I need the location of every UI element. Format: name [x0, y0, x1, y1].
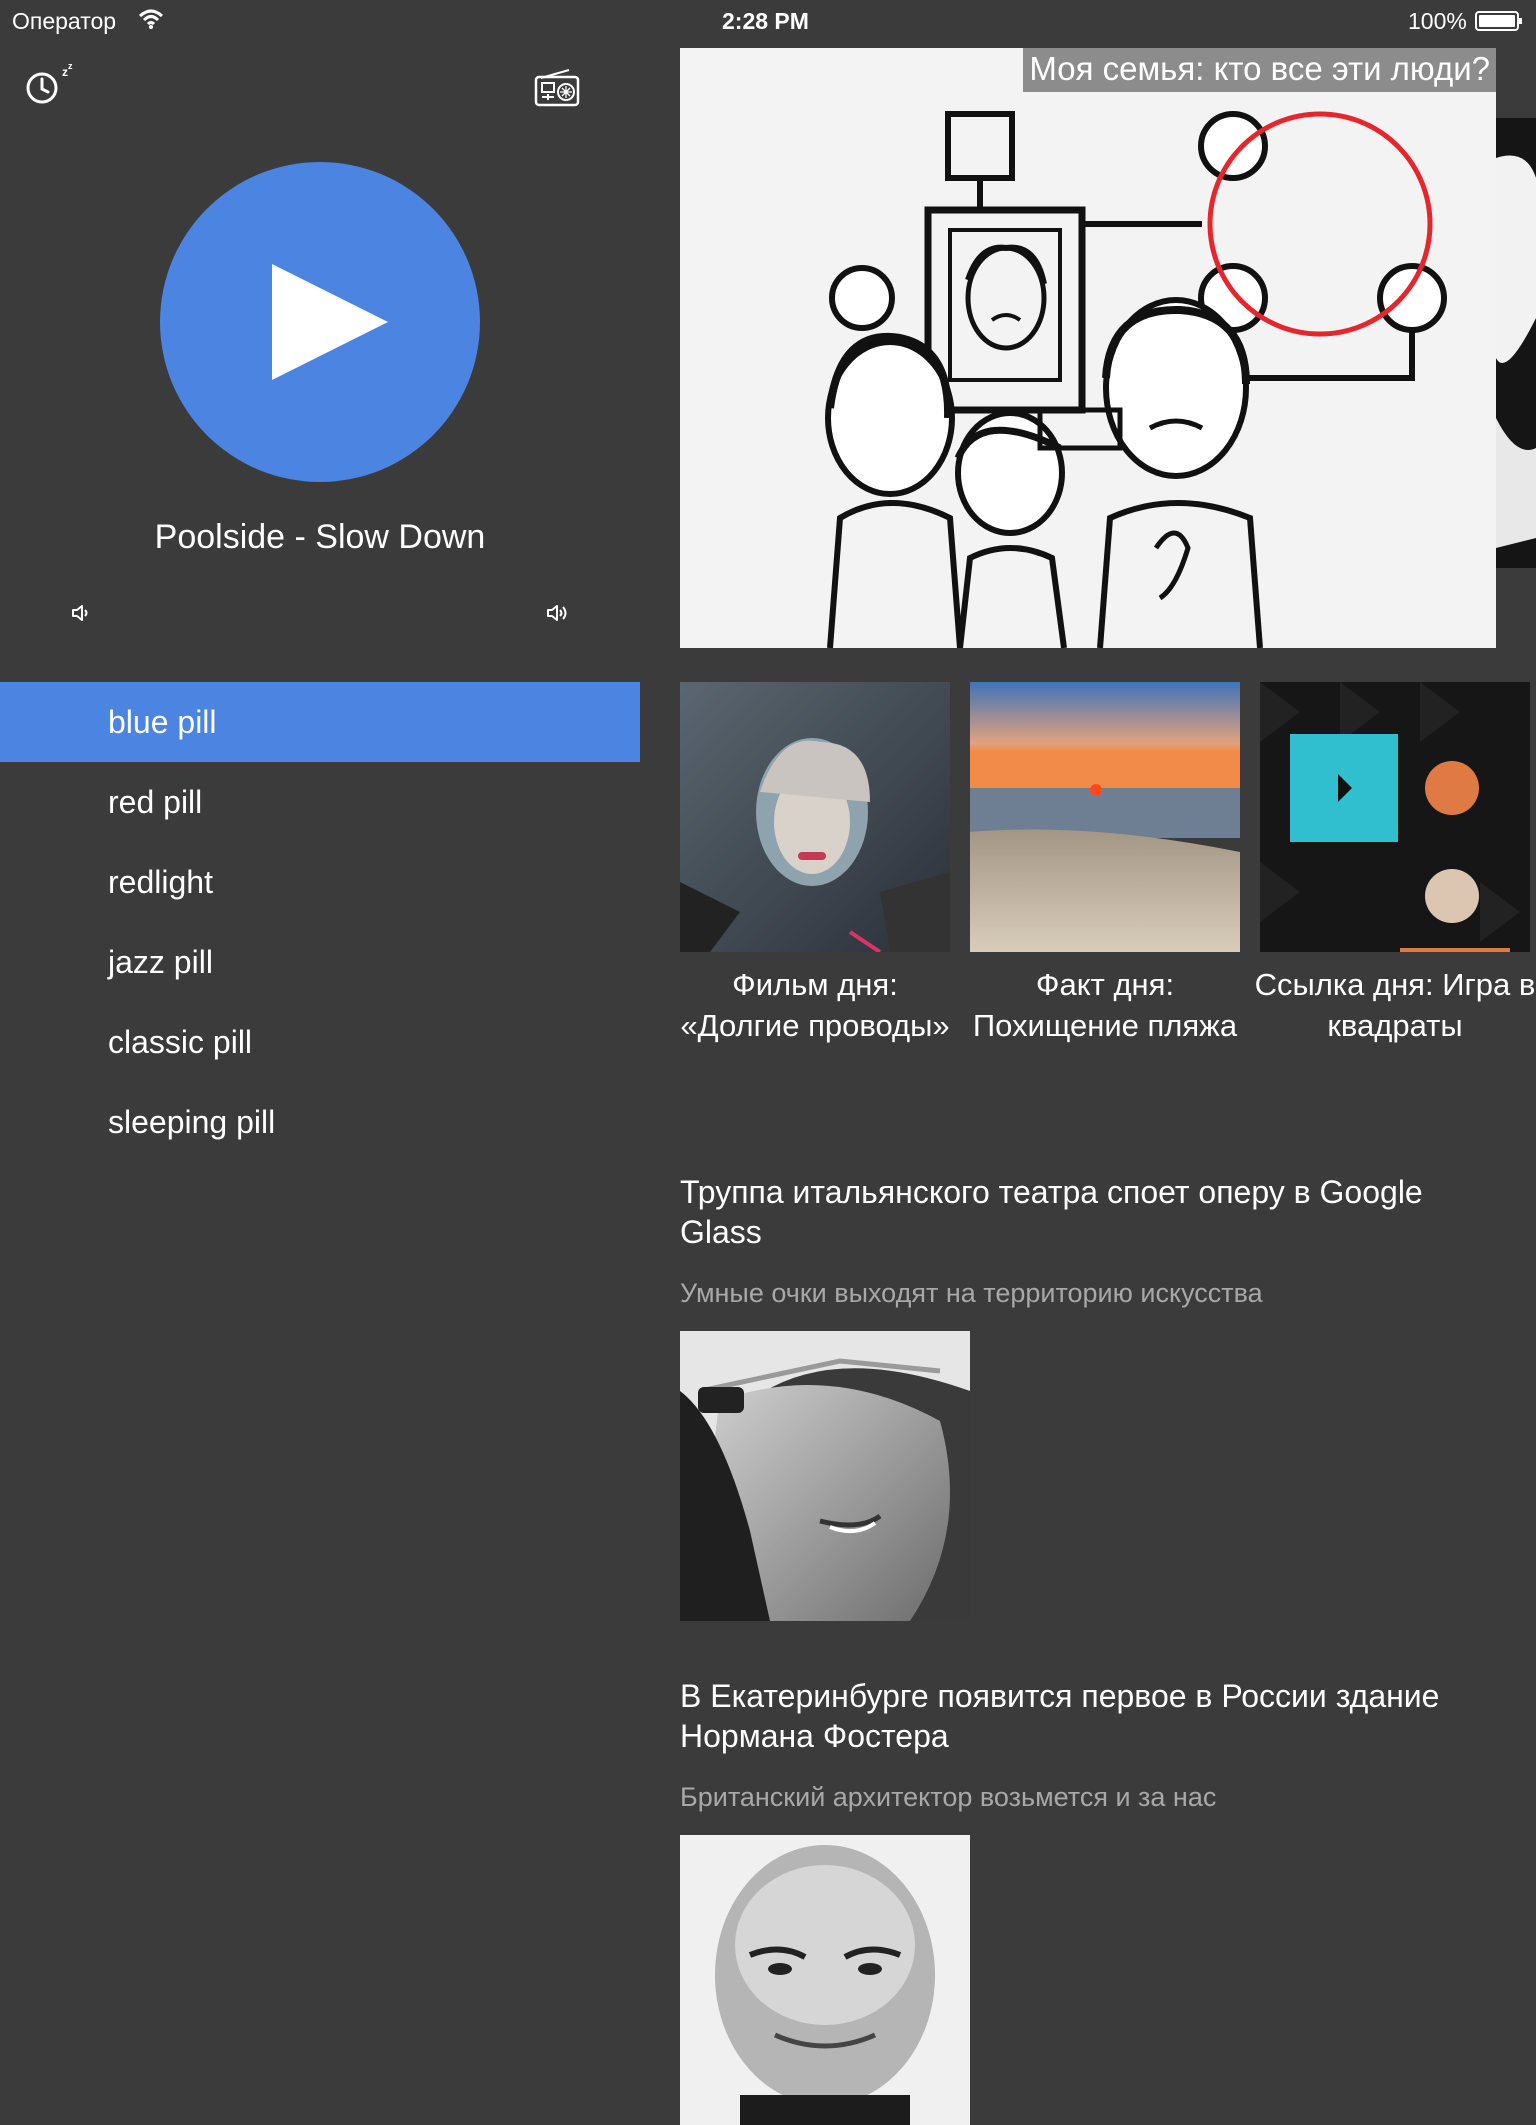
article-subtitle: Британский архитектор возьмется и за нас — [680, 1782, 1217, 1812]
track-title: Poolside - Slow Down — [154, 518, 486, 556]
channel-item-blue-pill[interactable]: blue pill — [0, 682, 640, 762]
tile-film-of-day[interactable]: Фильм дня: «Долгие проводы» — [680, 682, 950, 1046]
tile-fact-of-day[interactable]: Факт дня: Похищение пляжа — [970, 682, 1240, 1046]
next-story-peek[interactable] — [1496, 118, 1536, 568]
play-icon — [272, 264, 388, 380]
radio-icon[interactable] — [533, 68, 581, 108]
hero-story[interactable]: Моя семья: кто все эти люди? — [680, 48, 1496, 648]
wifi-icon — [138, 9, 164, 29]
article-google-glass[interactable]: Труппа итальянского театра споет оперу в… — [680, 1172, 1496, 1621]
sleep-timer-icon[interactable]: z z — [22, 62, 78, 106]
family-illustration-image — [680, 48, 1496, 648]
channel-item-classic-pill[interactable]: classic pill — [0, 1002, 640, 1082]
article-subtitle: Умные очки выходят на территорию искусст… — [680, 1278, 1263, 1308]
channel-item-jazz-pill[interactable]: jazz pill — [0, 922, 640, 1002]
daily-tiles: Фильм дня: «Долгие проводы» Факт дня: По… — [680, 682, 1536, 1102]
article-title: Труппа итальянского театра споет оперу в… — [680, 1174, 1423, 1250]
volume-low-icon[interactable] — [70, 602, 92, 624]
carrier-label: Оператор — [12, 8, 117, 34]
channel-item-redlight[interactable]: redlight — [0, 842, 640, 922]
next-story-image — [1496, 118, 1536, 568]
hero-title: Моя семья: кто все эти люди? — [1023, 48, 1496, 92]
tile-fact-caption: Факт дня: Похищение пляжа — [972, 967, 1238, 1043]
player-panel: z z Poolside - Slow Down blue pill red p… — [0, 40, 640, 2048]
channel-list: blue pill red pill redlight jazz pill cl… — [0, 682, 640, 1162]
channel-item-sleeping-pill[interactable]: sleeping pill — [0, 1082, 640, 1162]
google-glass-woman-image — [680, 1331, 970, 1621]
volume-high-icon[interactable] — [546, 602, 570, 624]
svg-text:z: z — [68, 62, 73, 71]
article-norman-foster[interactable]: В Екатеринбурге появится первое в России… — [680, 1676, 1496, 2125]
tile-film-caption: Фильм дня: «Долгие проводы» — [680, 967, 950, 1043]
play-button[interactable] — [160, 162, 480, 482]
tile-link-of-day[interactable]: Ссылка дня: Игра в квадраты — [1255, 682, 1535, 1046]
news-feed: Моя семья: кто все эти люди? Фильм дня: … — [680, 0, 1536, 2125]
norman-foster-portrait-image — [680, 1835, 970, 2125]
squares-game-image — [1260, 682, 1530, 952]
film-poster-image — [680, 682, 950, 952]
article-title: В Екатеринбурге появится первое в России… — [680, 1678, 1440, 1754]
channel-item-red-pill[interactable]: red pill — [0, 762, 640, 842]
beach-sunset-image — [970, 682, 1240, 952]
tile-link-caption: Ссылка дня: Игра в квадраты — [1254, 967, 1536, 1043]
